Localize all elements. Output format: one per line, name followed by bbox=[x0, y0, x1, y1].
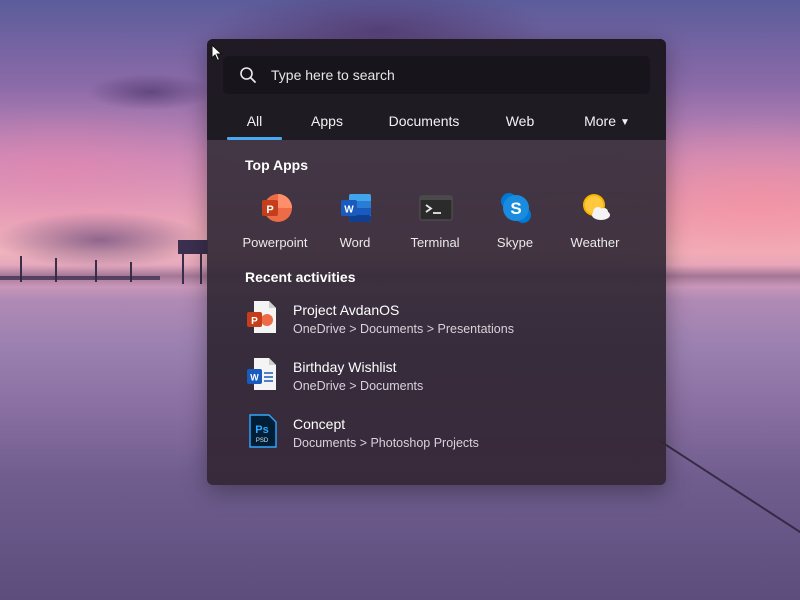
tab-apps[interactable]: Apps bbox=[303, 110, 351, 140]
weather-icon bbox=[583, 194, 610, 220]
search-icon bbox=[240, 67, 256, 83]
powerpoint-file-icon: P bbox=[247, 301, 276, 333]
recent-item-title: Project AvdanOS bbox=[293, 302, 400, 318]
svg-text:W: W bbox=[344, 205, 354, 216]
tab-more[interactable]: More ▼ bbox=[579, 110, 635, 140]
recent-item-project-avdanos[interactable]: P Project AvdanOS OneDrive > Documents >… bbox=[243, 294, 643, 344]
tab-documents[interactable]: Documents bbox=[383, 110, 465, 140]
svg-text:P: P bbox=[251, 316, 258, 327]
svg-text:Ps: Ps bbox=[255, 424, 268, 436]
app-word[interactable]: W Word bbox=[315, 187, 395, 253]
app-terminal[interactable]: Terminal bbox=[395, 187, 475, 253]
app-weather[interactable]: Weather bbox=[555, 187, 635, 253]
photoshop-file-icon: Ps PSD bbox=[249, 414, 277, 448]
search-box[interactable] bbox=[223, 56, 650, 94]
recent-item-birthday-wishlist[interactable]: W Birthday Wishlist OneDrive > Documents bbox=[243, 351, 643, 401]
app-label: Terminal bbox=[410, 235, 460, 250]
svg-text:S: S bbox=[510, 199, 521, 218]
top-apps-list: P Powerpoint W Word Terminal S Skype Wea… bbox=[235, 187, 655, 257]
app-label: Word bbox=[339, 235, 371, 250]
tab-web[interactable]: Web bbox=[502, 110, 538, 140]
wallpaper-pier bbox=[0, 236, 215, 296]
start-menu: All Apps Documents Web More ▼ Top Apps P … bbox=[207, 39, 666, 485]
app-label: Powerpoint bbox=[242, 235, 308, 250]
recent-item-concept[interactable]: Ps PSD Concept Documents > Photoshop Pro… bbox=[243, 408, 643, 458]
skype-icon: S bbox=[501, 193, 531, 223]
tab-label: Apps bbox=[311, 113, 343, 129]
filter-tabs: All Apps Documents Web More ▼ bbox=[207, 110, 666, 140]
recent-item-title: Concept bbox=[293, 416, 346, 432]
recent-activities-heading: Recent activities bbox=[245, 269, 356, 285]
recent-item-title: Birthday Wishlist bbox=[293, 359, 397, 375]
svg-text:W: W bbox=[250, 373, 259, 383]
recent-item-path: OneDrive > Documents > Presentations bbox=[293, 322, 514, 336]
recent-item-path: OneDrive > Documents bbox=[293, 379, 424, 393]
top-apps-heading: Top Apps bbox=[245, 157, 308, 173]
mouse-cursor-icon bbox=[211, 44, 223, 62]
tab-label: Documents bbox=[388, 113, 460, 129]
caret-down-icon: ▼ bbox=[620, 117, 630, 128]
tab-label: Web bbox=[505, 113, 535, 129]
tab-all[interactable]: All bbox=[227, 110, 282, 140]
powerpoint-icon: P bbox=[262, 194, 292, 222]
word-file-icon: W bbox=[247, 358, 276, 390]
search-input[interactable] bbox=[271, 56, 631, 94]
app-label: Weather bbox=[570, 235, 620, 250]
tab-label: More bbox=[584, 113, 616, 129]
app-powerpoint[interactable]: P Powerpoint bbox=[235, 187, 315, 253]
svg-text:PSD: PSD bbox=[256, 438, 269, 444]
app-label: Skype bbox=[496, 235, 534, 250]
tab-label: All bbox=[246, 113, 263, 129]
app-skype[interactable]: S Skype bbox=[475, 187, 555, 253]
terminal-icon bbox=[419, 195, 453, 221]
word-icon: W bbox=[341, 194, 371, 222]
recent-item-path: Documents > Photoshop Projects bbox=[293, 436, 479, 450]
svg-text:P: P bbox=[266, 204, 273, 216]
